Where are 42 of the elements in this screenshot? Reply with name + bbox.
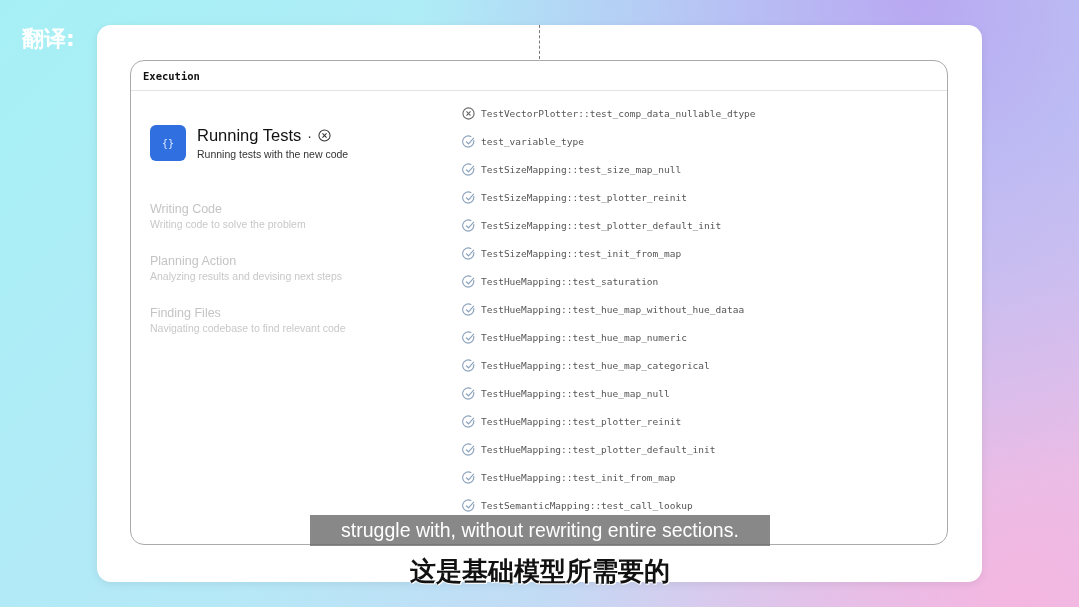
- check-circle-icon: [462, 218, 475, 232]
- test-name: TestHueMapping::test_hue_map_null: [481, 387, 670, 399]
- credit-text: 翻译:: [22, 25, 75, 53]
- check-circle-icon: [462, 302, 475, 316]
- check-circle-icon: [462, 358, 475, 372]
- failed-icon: [462, 106, 475, 120]
- test-name: TestSemanticMapping::test_call_lookup: [481, 499, 693, 511]
- check-circle-icon: [462, 134, 475, 148]
- step-title: Finding Files: [150, 305, 222, 321]
- subtitle-text: 这是基础模型所需要的: [408, 555, 671, 588]
- test-name: TestSizeMapping::test_plotter_reinit: [481, 191, 687, 203]
- check-circle-icon: [462, 190, 475, 204]
- step-title: Planning Action: [150, 253, 238, 269]
- separator-dot: ·: [307, 127, 312, 144]
- step-description: Running tests with the new code: [197, 148, 349, 160]
- step-title: Running Tests: [197, 126, 302, 145]
- check-circle-icon: [462, 442, 475, 456]
- check-circle-icon: [462, 246, 475, 260]
- check-circle-icon: [462, 274, 475, 288]
- subtitle-text: struggle with, without rewriting entire sections.: [310, 515, 770, 546]
- test-name: test_variable_type: [481, 135, 584, 147]
- check-circle-icon: [462, 414, 475, 428]
- test-name: TestSizeMapping::test_init_from_map: [481, 247, 682, 259]
- test-name: TestHueMapping::test_init_from_map: [481, 471, 676, 483]
- test-name: TestHueMapping::test_plotter_reinit: [481, 415, 682, 427]
- test-name: TestVectorPlotter::test_comp_data_nullable_dtype: [481, 107, 756, 119]
- check-circle-icon: [462, 470, 475, 484]
- test-name: TestHueMapping::test_saturation: [481, 275, 659, 287]
- test-name: TestHueMapping::test_hue_map_categorical: [481, 359, 710, 371]
- step-title: Writing Code: [150, 201, 224, 217]
- check-circle-icon: [462, 162, 475, 176]
- panel-title: Execution: [143, 69, 200, 82]
- cancel-icon[interactable]: [317, 129, 331, 142]
- test-name: TestHueMapping::test_hue_map_numeric: [481, 331, 687, 343]
- test-name: TestHueMapping::test_hue_map_without_hue_dataa: [481, 303, 745, 315]
- check-circle-icon: [462, 498, 475, 512]
- test-name: TestHueMapping::test_plotter_default_init: [481, 443, 716, 455]
- test-name: TestSizeMapping::test_plotter_default_init: [481, 219, 722, 231]
- check-circle-icon: [462, 330, 475, 344]
- test-name: TestSizeMapping::test_size_map_null: [481, 163, 682, 175]
- code-braces-icon: {}: [150, 125, 186, 161]
- check-circle-icon: [462, 386, 475, 400]
